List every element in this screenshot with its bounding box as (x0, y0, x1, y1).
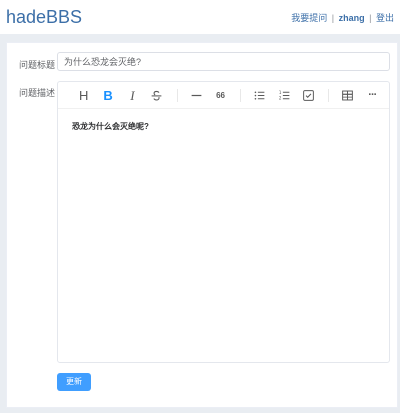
description-label: 问题描述 (19, 88, 56, 98)
strikethrough-icon[interactable] (149, 87, 164, 103)
title-input[interactable] (57, 52, 390, 71)
ordered-list-icon[interactable]: 12 (277, 87, 292, 103)
horizontal-rule-icon[interactable] (188, 87, 203, 103)
user-nav: 我要提问 | zhang | 登出 (291, 11, 394, 24)
nav-separator: | (331, 13, 335, 23)
quote-icon[interactable]: 66 (213, 87, 228, 103)
title-label: 问题标题 (19, 60, 56, 70)
toolbar-divider (240, 88, 242, 102)
task-list-icon[interactable] (301, 87, 316, 103)
italic-icon[interactable]: I (125, 87, 140, 103)
question-form-card: 问题标题 问题描述 H B I 66 (6, 42, 398, 408)
table-icon[interactable] (340, 87, 355, 103)
site-logo[interactable]: hadeBBS (6, 7, 82, 28)
svg-text:1: 1 (279, 89, 282, 94)
logout-link[interactable]: 登出 (376, 13, 394, 23)
nav-separator: | (369, 13, 372, 23)
svg-text:2: 2 (279, 95, 282, 100)
markdown-editor[interactable]: H B I 66 12 ··· 恐龙为什么会灭绝呢? (57, 81, 390, 363)
more-icon[interactable]: ··· (365, 87, 380, 103)
editor-content-area[interactable]: 恐龙为什么会灭绝呢? (58, 109, 389, 144)
editor-toolbar: H B I 66 12 ··· (58, 82, 389, 109)
toolbar-divider (328, 88, 330, 102)
toolbar-divider (176, 88, 178, 102)
bullet-list-icon[interactable] (252, 87, 267, 103)
bold-icon[interactable]: B (100, 87, 115, 103)
heading-icon[interactable]: H (76, 87, 91, 103)
update-button[interactable]: 更新 (57, 373, 91, 391)
username-link[interactable]: zhang (339, 13, 365, 23)
ask-question-link[interactable]: 我要提问 (291, 13, 327, 23)
top-header: hadeBBS 我要提问 | zhang | 登出 (0, 0, 400, 34)
